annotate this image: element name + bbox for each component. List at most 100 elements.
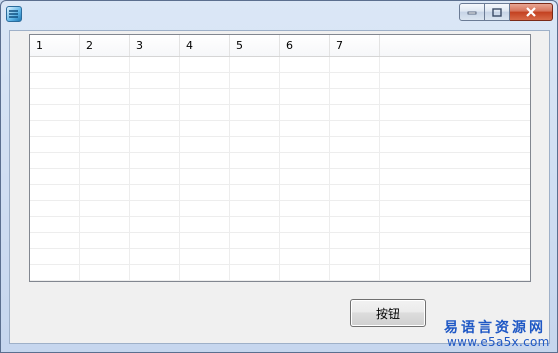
table-cell[interactable] — [80, 265, 130, 280]
table-cell[interactable] — [280, 121, 330, 136]
table-cell[interactable] — [180, 105, 230, 120]
table-cell[interactable] — [230, 73, 280, 88]
column-header[interactable]: 5 — [230, 35, 280, 56]
table-cell[interactable] — [130, 169, 180, 184]
data-grid[interactable]: 1234567 — [29, 34, 531, 282]
table-cell[interactable] — [30, 153, 80, 168]
table-cell[interactable] — [330, 185, 380, 200]
table-cell[interactable] — [280, 73, 330, 88]
action-button[interactable]: 按钮 — [350, 299, 426, 327]
table-row[interactable] — [30, 201, 530, 217]
table-cell[interactable] — [80, 169, 130, 184]
table-row[interactable] — [30, 89, 530, 105]
table-cell[interactable] — [280, 185, 330, 200]
table-cell[interactable] — [180, 153, 230, 168]
table-cell[interactable] — [30, 249, 80, 264]
table-cell[interactable] — [80, 249, 130, 264]
table-cell[interactable] — [130, 121, 180, 136]
column-header[interactable]: 2 — [80, 35, 130, 56]
table-cell[interactable] — [80, 105, 130, 120]
table-cell[interactable] — [30, 137, 80, 152]
table-cell[interactable] — [330, 121, 380, 136]
table-cell[interactable] — [230, 249, 280, 264]
table-row[interactable] — [30, 105, 530, 121]
table-cell[interactable] — [30, 121, 80, 136]
table-cell[interactable] — [330, 105, 380, 120]
table-cell[interactable] — [80, 201, 130, 216]
close-button[interactable] — [510, 3, 553, 21]
table-row[interactable] — [30, 73, 530, 89]
table-row[interactable] — [30, 153, 530, 169]
table-cell[interactable] — [230, 185, 280, 200]
table-cell[interactable] — [180, 233, 230, 248]
table-cell[interactable] — [280, 57, 330, 72]
table-cell[interactable] — [180, 57, 230, 72]
table-cell[interactable] — [30, 185, 80, 200]
table-cell[interactable] — [30, 217, 80, 232]
table-cell[interactable] — [330, 137, 380, 152]
table-cell[interactable] — [180, 249, 230, 264]
table-cell[interactable] — [130, 233, 180, 248]
table-row[interactable] — [30, 265, 530, 281]
table-cell[interactable] — [180, 121, 230, 136]
table-cell[interactable] — [330, 153, 380, 168]
table-cell[interactable] — [330, 169, 380, 184]
table-cell[interactable] — [130, 185, 180, 200]
table-cell[interactable] — [30, 89, 80, 104]
table-cell[interactable] — [230, 169, 280, 184]
table-cell[interactable] — [280, 249, 330, 264]
column-header[interactable]: 3 — [130, 35, 180, 56]
table-cell[interactable] — [180, 185, 230, 200]
table-cell[interactable] — [30, 57, 80, 72]
table-cell[interactable] — [30, 201, 80, 216]
table-cell[interactable] — [180, 201, 230, 216]
table-cell[interactable] — [280, 265, 330, 280]
table-row[interactable] — [30, 169, 530, 185]
table-cell[interactable] — [330, 89, 380, 104]
table-cell[interactable] — [80, 137, 130, 152]
table-cell[interactable] — [230, 217, 280, 232]
table-cell[interactable] — [230, 233, 280, 248]
table-cell[interactable] — [80, 233, 130, 248]
table-cell[interactable] — [130, 105, 180, 120]
table-cell[interactable] — [330, 57, 380, 72]
table-cell[interactable] — [30, 73, 80, 88]
column-header[interactable]: 6 — [280, 35, 330, 56]
table-cell[interactable] — [180, 73, 230, 88]
table-cell[interactable] — [330, 265, 380, 280]
table-cell[interactable] — [280, 137, 330, 152]
table-cell[interactable] — [80, 153, 130, 168]
table-row[interactable] — [30, 137, 530, 153]
table-cell[interactable] — [330, 217, 380, 232]
table-cell[interactable] — [130, 265, 180, 280]
table-cell[interactable] — [280, 89, 330, 104]
table-cell[interactable] — [230, 137, 280, 152]
table-cell[interactable] — [230, 201, 280, 216]
table-cell[interactable] — [280, 105, 330, 120]
table-cell[interactable] — [230, 265, 280, 280]
table-cell[interactable] — [130, 73, 180, 88]
column-header[interactable]: 4 — [180, 35, 230, 56]
table-cell[interactable] — [130, 217, 180, 232]
app-logo-icon[interactable] — [6, 6, 22, 22]
table-cell[interactable] — [230, 89, 280, 104]
table-cell[interactable] — [80, 121, 130, 136]
table-cell[interactable] — [180, 217, 230, 232]
table-cell[interactable] — [230, 121, 280, 136]
minimize-button[interactable] — [459, 3, 485, 21]
table-cell[interactable] — [280, 169, 330, 184]
table-cell[interactable] — [80, 73, 130, 88]
table-cell[interactable] — [280, 201, 330, 216]
table-cell[interactable] — [330, 73, 380, 88]
table-cell[interactable] — [130, 89, 180, 104]
table-row[interactable] — [30, 233, 530, 249]
table-cell[interactable] — [280, 153, 330, 168]
table-cell[interactable] — [230, 153, 280, 168]
table-cell[interactable] — [80, 57, 130, 72]
maximize-button[interactable] — [485, 3, 510, 21]
column-header[interactable]: 1 — [30, 35, 80, 56]
table-cell[interactable] — [330, 233, 380, 248]
table-row[interactable] — [30, 249, 530, 265]
table-cell[interactable] — [280, 217, 330, 232]
column-header[interactable]: 7 — [330, 35, 380, 56]
